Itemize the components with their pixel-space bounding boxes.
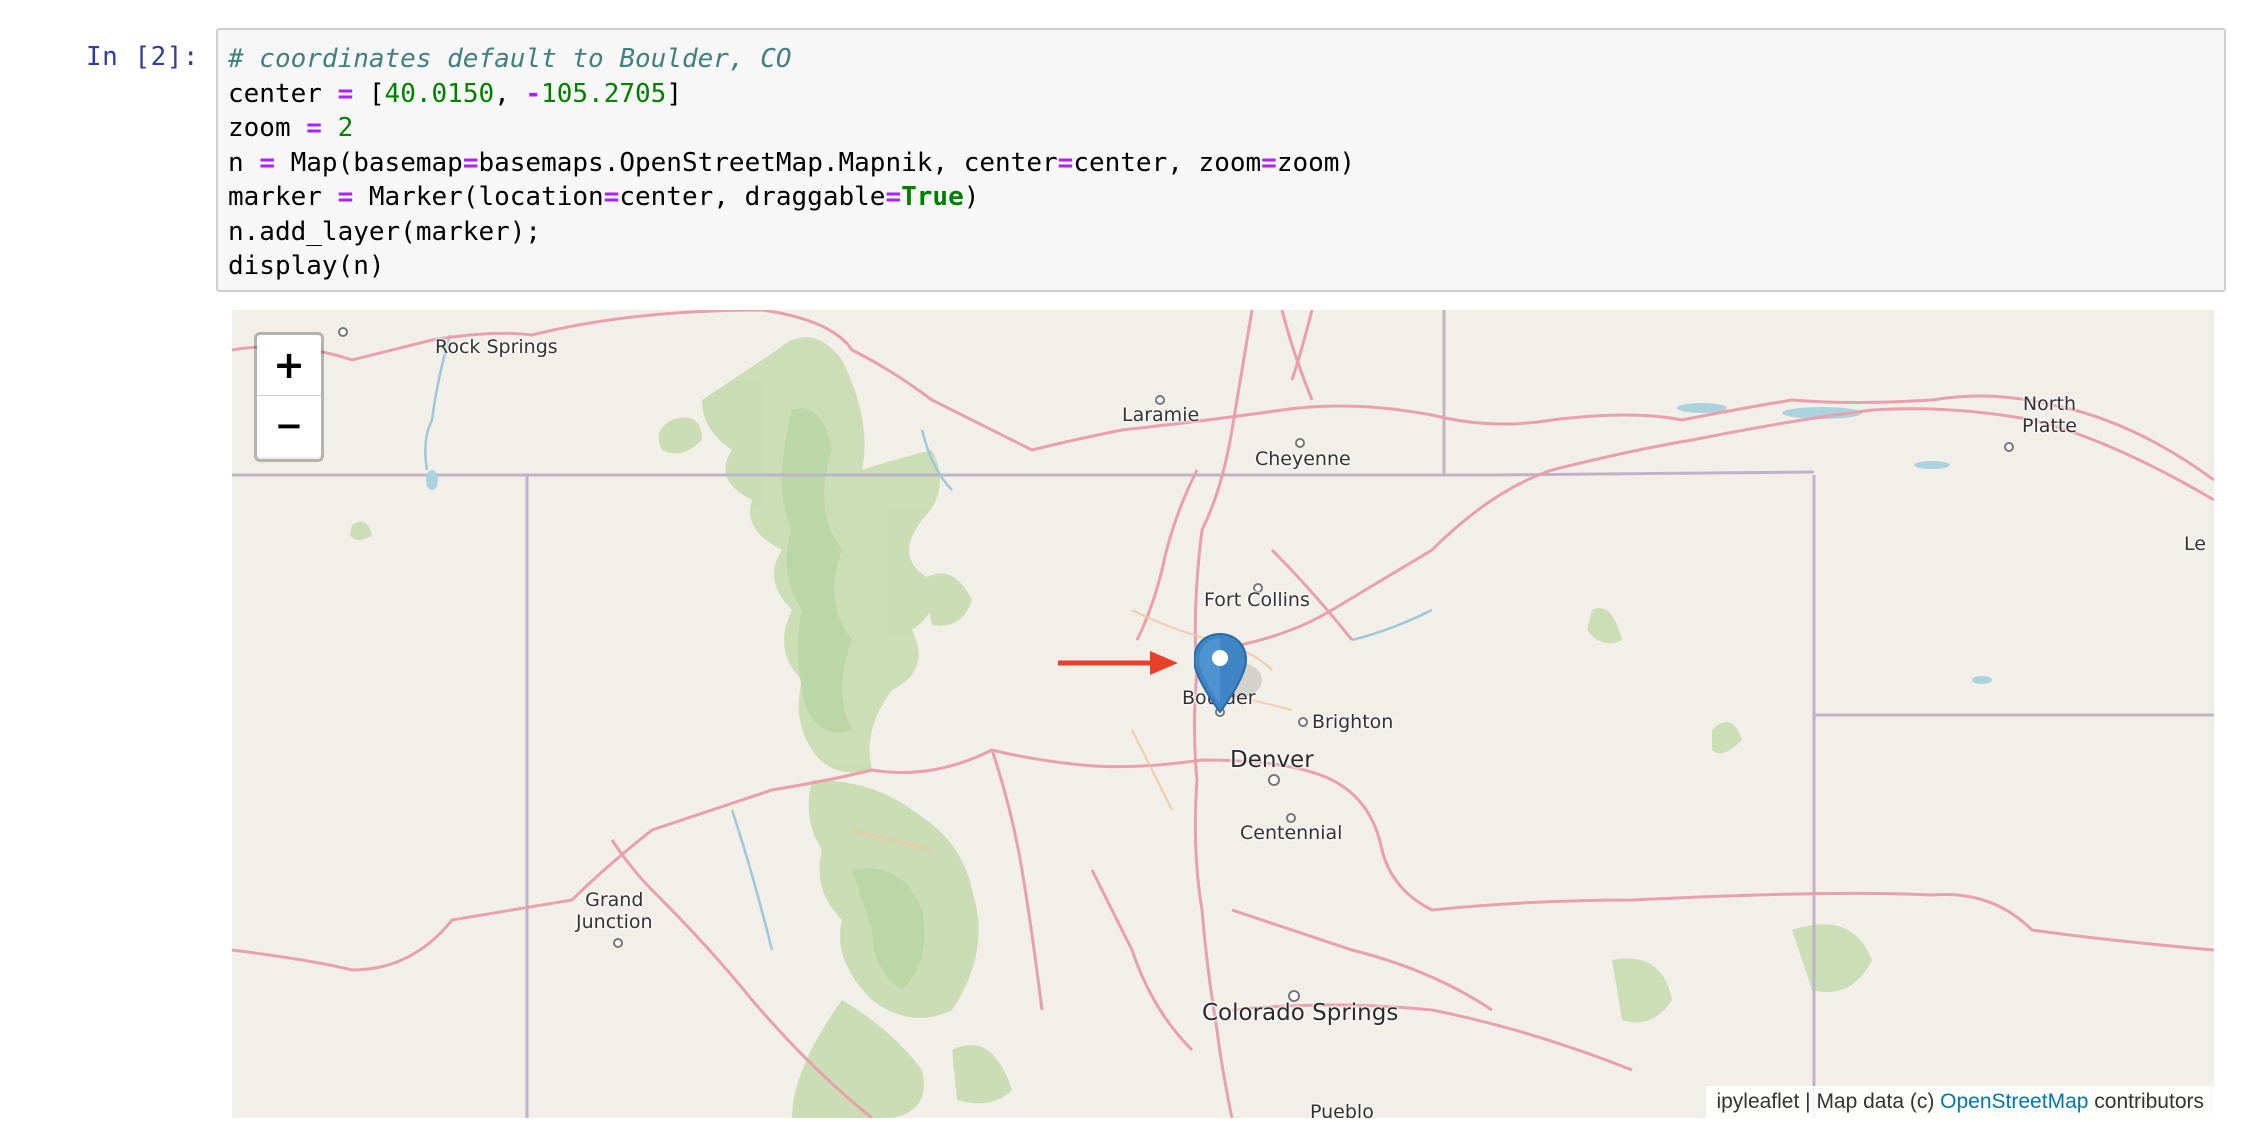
city-label-north: North	[2022, 393, 2077, 415]
code-number: 105.2705	[541, 78, 667, 109]
city-label-brighton: Brighton	[1312, 711, 1394, 733]
city-label-grand-junction: Grand Junction	[576, 889, 653, 934]
city-label-cheyenne: Cheyenne	[1255, 448, 1351, 470]
city-label-colorado-springs: Colorado Springs	[1202, 1000, 1399, 1026]
code-token: n	[228, 147, 260, 178]
code-token: center, zoom	[1073, 147, 1262, 178]
code-cell-editor[interactable]: # coordinates default to Boulder, CO cen…	[216, 28, 2226, 292]
attribution-prefix: ipyleaflet | Map data (c)	[1716, 1090, 1941, 1113]
code-line-7: display(n)	[228, 251, 385, 281]
code-token: Marker(location	[353, 182, 604, 212]
code-token: ]	[666, 78, 682, 109]
city-label-le: Le	[2184, 533, 2206, 555]
city-label-denver: Denver	[1230, 747, 1314, 773]
code-operator: =	[1057, 147, 1074, 178]
forest-areas	[350, 337, 1872, 1118]
city-label-platte: Platte	[2022, 414, 2077, 437]
city-label-centennial: Centennial	[1240, 822, 1343, 844]
code-comment: # coordinates default to Boulder, CO	[228, 44, 792, 74]
city-label-north-platte: North Platte	[2022, 393, 2077, 438]
code-operator: =	[1261, 147, 1277, 178]
code-operator: =	[337, 78, 354, 109]
city-label-pueblo: Pueblo	[1310, 1101, 1374, 1118]
code-number: 2	[337, 113, 354, 143]
code-token: center	[228, 78, 322, 109]
map-attribution: ipyleaflet | Map data (c) OpenStreetMap …	[1706, 1086, 2214, 1118]
code-token: basemaps.OpenStreetMap.Mapnik, center	[478, 147, 1058, 178]
map-widget[interactable]: Rock Springs Laramie Cheyenne North Platt…	[232, 310, 2214, 1118]
attribution-suffix: contributors	[2088, 1090, 2204, 1113]
code-token: zoom	[228, 113, 291, 143]
zoom-out-button[interactable]: −	[257, 396, 321, 457]
code-number: 40.0150	[384, 78, 495, 109]
code-token: ,	[494, 78, 526, 109]
code-operator: =	[337, 182, 354, 212]
code-operator: =	[462, 147, 479, 178]
code-operator: =	[306, 113, 322, 143]
code-keyword: True	[901, 182, 964, 212]
code-token: )	[963, 182, 980, 212]
code-line-1: # coordinates default to Boulder, CO	[228, 42, 2224, 77]
zoom-control: + −	[254, 332, 324, 462]
code-line-6: n.add_layer(marker);	[228, 216, 542, 247]
code-operator: =	[885, 182, 902, 212]
map-pin-icon[interactable]	[1194, 632, 1274, 722]
code-line-3: zoom = 2	[228, 111, 2224, 146]
cell-prompt: In [2]:	[86, 42, 200, 72]
code-token: center, draggable	[619, 182, 886, 212]
code-operator: -	[525, 78, 542, 109]
code-token: Map(basemap	[274, 147, 463, 178]
code-line-2: center = [40.0150, -105.2705]	[228, 77, 2224, 112]
code-token: marker	[228, 182, 338, 212]
annotation-arrow-icon	[1058, 651, 1178, 675]
code-token: zoom)	[1276, 147, 1356, 178]
code-line-5: marker = Marker(location=center, draggab…	[228, 180, 2224, 215]
zoom-in-button[interactable]: +	[257, 335, 321, 396]
openstreetmap-link[interactable]: OpenStreetMap	[1940, 1090, 2088, 1113]
city-label-grand: Grand	[585, 889, 644, 911]
city-label-laramie: Laramie	[1122, 404, 1200, 426]
city-label-rock-springs: Rock Springs	[435, 336, 558, 358]
code-line-4: n = Map(basemap=basemaps.OpenStreetMap.M…	[228, 146, 2224, 181]
code-operator: =	[259, 147, 275, 178]
code-operator: =	[603, 182, 620, 212]
city-label-fort-collins: Fort Collins	[1204, 589, 1310, 611]
code-token: [	[368, 78, 385, 109]
city-label-junction: Junction	[576, 910, 653, 933]
